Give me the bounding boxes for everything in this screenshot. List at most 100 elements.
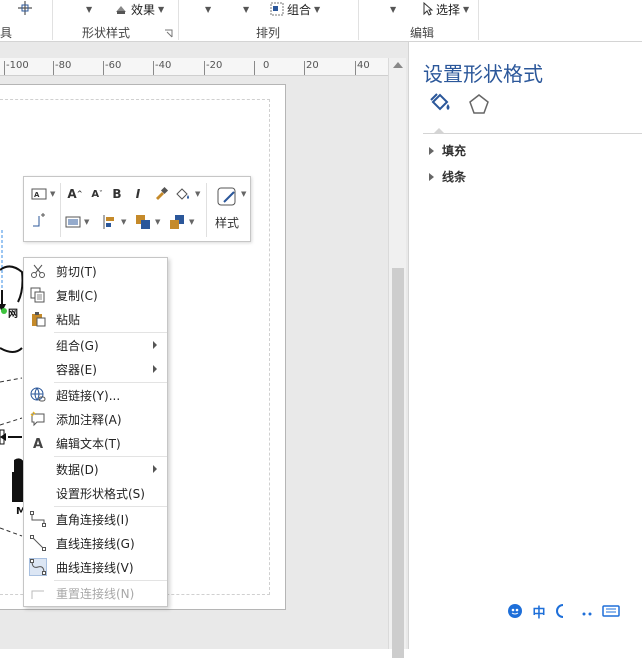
ruler-tick-label: -20	[206, 60, 223, 71]
ruler-tick	[153, 61, 154, 75]
format-painter-button[interactable]	[152, 185, 170, 203]
straight-connector-icon	[29, 534, 47, 552]
position-align-button[interactable]	[101, 213, 119, 231]
cursor-icon	[423, 2, 433, 16]
expand-arrow-icon	[429, 146, 434, 155]
menu-item-curved-connector[interactable]: 曲线连接线(V)	[24, 555, 167, 579]
align-icon	[65, 216, 81, 228]
vertical-scrollbar[interactable]	[388, 58, 406, 658]
ruler-tick	[204, 61, 205, 75]
ruler-tick	[103, 61, 104, 75]
scroll-up-icon[interactable]	[393, 62, 403, 68]
chevron-down-icon[interactable]: ▼	[155, 218, 160, 226]
chevron-down-icon: ▼	[463, 4, 470, 14]
menu-item-right-angle-connector[interactable]: 直角连接线(I)	[24, 507, 167, 531]
italic-button[interactable]: I	[129, 185, 147, 203]
ribbon-separator	[52, 0, 53, 40]
ruler-tick	[355, 61, 356, 75]
dialog-launcher-icon[interactable]	[164, 28, 174, 38]
chevron-down-icon[interactable]: ▼	[121, 218, 126, 226]
ruler-tick-label: 0	[263, 60, 270, 71]
menu-item-data[interactable]: 数据(D)	[24, 457, 167, 481]
select-label: 选择	[436, 2, 461, 17]
section-fill[interactable]: 填充	[429, 142, 466, 159]
shape-effects-button[interactable]: ▼	[86, 0, 92, 18]
edit-text-icon: A	[29, 434, 47, 452]
menu-item-label: 直角连接线(I)	[56, 512, 129, 527]
chevron-down-icon[interactable]: ▼	[241, 190, 246, 198]
menu-item-group[interactable]: 组合(G)	[24, 333, 167, 357]
ruler-tick	[254, 61, 255, 75]
text-block-button[interactable]: A	[30, 185, 48, 203]
tab-effects[interactable]	[467, 92, 491, 116]
section-label: 线条	[442, 170, 467, 184]
chevron-down-icon[interactable]: ▼	[195, 190, 200, 198]
bring-forward-icon	[136, 215, 150, 229]
menu-item-edit-text[interactable]: A 编辑文本(T)	[24, 431, 167, 455]
effects-button[interactable]: 效果 ▼	[114, 0, 164, 18]
bold-label: B	[112, 187, 122, 201]
menu-item-hyperlink[interactable]: 超链接(Y)...	[24, 383, 167, 407]
arrange-dropdown-2[interactable]: ▼	[243, 0, 249, 18]
grow-font-label: A	[67, 187, 77, 201]
chevron-down-icon: ▼	[86, 4, 93, 14]
find-dropdown[interactable]: ▼	[390, 0, 396, 18]
chevron-down-icon: ▼	[314, 4, 321, 14]
menu-item-format-shape[interactable]: 设置形状格式(S)	[24, 481, 167, 505]
menu-item-copy[interactable]: 复制(C)	[24, 283, 167, 307]
ime-logo-icon[interactable]	[506, 602, 524, 620]
soft-keyboard-icon[interactable]	[602, 602, 620, 620]
select-button[interactable]: 选择 ▼	[423, 0, 469, 18]
group-label-edit: 编辑	[410, 26, 435, 40]
up-caret-icon: ^	[76, 190, 83, 198]
paint-bucket-icon	[430, 93, 450, 111]
menu-item-label: 添加注释(A)	[56, 412, 122, 427]
arrange-dropdown-1[interactable]: ▼	[205, 0, 211, 18]
position-icon[interactable]	[16, 0, 34, 16]
menu-item-add-comment[interactable]: 添加注释(A)	[24, 407, 167, 431]
quick-styles-button[interactable]	[216, 185, 240, 209]
scissors-icon	[29, 262, 47, 280]
toolbar-separator	[60, 183, 61, 237]
fill-color-button[interactable]	[174, 185, 192, 203]
menu-item-straight-connector[interactable]: 直线连接线(G)	[24, 531, 167, 555]
send-backward-button[interactable]	[168, 213, 186, 231]
copy-icon	[29, 286, 47, 304]
punctuation-icon[interactable]	[578, 602, 596, 620]
cloud-shape	[0, 347, 23, 353]
submenu-arrow-icon	[153, 341, 157, 349]
menu-item-cut[interactable]: 剪切(T)	[24, 259, 167, 283]
ruler-tick-label: -60	[105, 60, 122, 71]
bring-forward-button[interactable]	[134, 213, 152, 231]
tab-fill-line[interactable]	[427, 90, 453, 116]
menu-item-label: 重置连接线(N)	[56, 586, 135, 601]
group-button[interactable]: 组合 ▼	[270, 0, 320, 18]
scrollbar-thumb[interactable]	[392, 268, 404, 658]
menu-item-label: 组合(G)	[56, 338, 99, 353]
hyperlink-icon	[29, 386, 47, 404]
pane-tab-divider	[423, 133, 642, 134]
right-angle-connector-icon	[29, 510, 47, 528]
ime-chinese-mode[interactable]: 中	[530, 602, 548, 621]
grow-font-button[interactable]: A ^	[66, 185, 84, 203]
menu-item-label: 粘贴	[56, 312, 81, 327]
chevron-down-icon[interactable]: ▼	[189, 218, 194, 226]
half-width-icon[interactable]	[554, 602, 572, 620]
cloud-shape	[0, 265, 24, 303]
reset-connector-icon	[29, 584, 47, 602]
submenu-arrow-icon	[153, 365, 157, 373]
chevron-down-icon[interactable]: ▼	[50, 190, 55, 198]
align-button[interactable]	[64, 213, 82, 231]
connection-point-button[interactable]	[30, 211, 48, 229]
shrink-font-button[interactable]: Aˇ	[88, 185, 106, 203]
chevron-down-icon[interactable]: ▼	[84, 218, 89, 226]
group-icon	[270, 2, 284, 16]
ruler-tick-label: -40	[155, 60, 172, 71]
menu-item-paste[interactable]: 粘贴	[24, 307, 167, 331]
submenu-arrow-icon	[153, 465, 157, 473]
section-line[interactable]: 线条	[429, 168, 466, 185]
diagram-label: 网	[8, 309, 18, 320]
menu-item-container[interactable]: 容器(E)	[24, 357, 167, 381]
arrow-head	[0, 433, 6, 441]
bold-button[interactable]: B	[108, 185, 126, 203]
